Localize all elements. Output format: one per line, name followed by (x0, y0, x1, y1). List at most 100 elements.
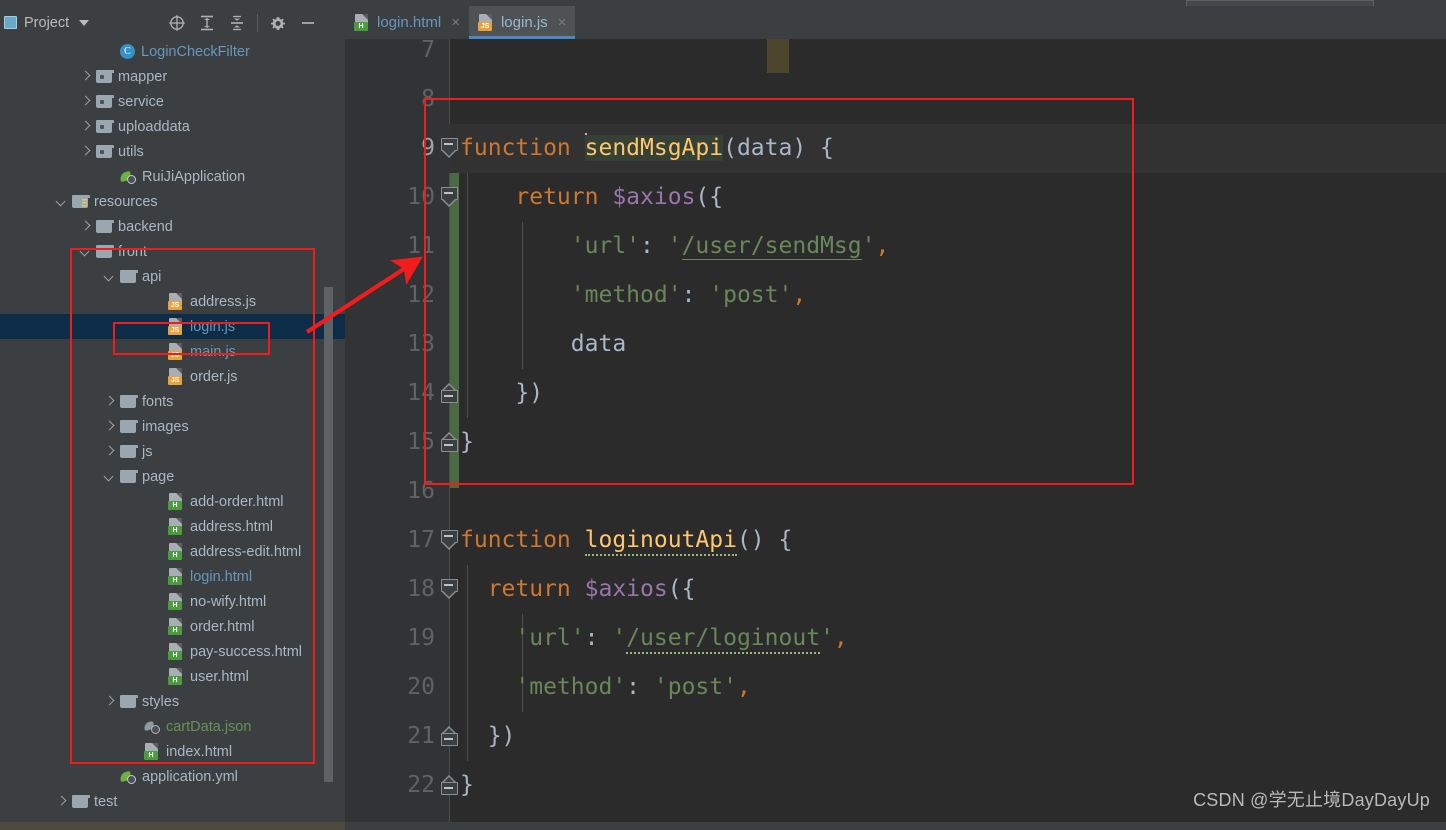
code-line[interactable]: 15} (345, 418, 1446, 467)
chevron-down-icon[interactable] (80, 246, 91, 257)
chevron-right-icon[interactable] (80, 146, 91, 157)
chevron-down-icon[interactable] (104, 271, 115, 282)
code-line[interactable]: 12 'method': 'post', (345, 271, 1446, 320)
tree-item-service[interactable]: service (0, 89, 345, 114)
tree-item-styles[interactable]: styles (0, 689, 345, 714)
code-line[interactable]: 7} (345, 39, 1446, 75)
collapse-all-icon[interactable] (222, 8, 252, 38)
chevron-down-icon[interactable] (104, 471, 115, 482)
line-number: 15 (407, 429, 435, 455)
tree-item-order-js[interactable]: JS order.js (0, 364, 345, 389)
code-line[interactable]: 14 }) (345, 369, 1446, 418)
code-line[interactable]: 21 }) (345, 712, 1446, 761)
line-number: 17 (407, 527, 435, 553)
code-line[interactable]: 10 return $axios({ (345, 173, 1446, 222)
tree-item-api[interactable]: api (0, 264, 345, 289)
fold-end-icon[interactable] (441, 726, 458, 746)
chevron-right-icon[interactable] (80, 96, 91, 107)
project-tool-window-header[interactable]: Project (4, 15, 90, 31)
code-line[interactable]: 9 function sendMsgApi(data) { (345, 124, 1446, 173)
sidebar-scrollbar[interactable] (324, 287, 333, 782)
code-text-partial: } (460, 39, 474, 49)
tree-item-main-js[interactable]: JS main.js (0, 339, 345, 364)
editor-code-area[interactable]: 7}89function sendMsgApi(data) {10 return… (345, 39, 1446, 822)
project-tree[interactable]: C LoginCheckFilter mapper service uploaddata… (0, 39, 345, 822)
tree-item-ruijiapplication[interactable]: RuiJiApplication (0, 164, 345, 189)
code-token: 'url' (460, 233, 641, 259)
tree-item-application-yml[interactable]: application.yml (0, 764, 345, 789)
close-icon[interactable]: × (558, 14, 567, 31)
code-line[interactable]: 16 (345, 467, 1446, 516)
line-number: 22 (407, 772, 435, 798)
code-token: return (460, 576, 585, 602)
code-line[interactable]: 13 data (345, 320, 1446, 369)
code-line[interactable]: 19 'url': '/user/loginout', (345, 614, 1446, 663)
tree-item-utils[interactable]: utils (0, 139, 345, 164)
fold-collapse-icon[interactable] (441, 187, 458, 207)
fold-collapse-icon[interactable] (441, 579, 458, 599)
chevron-right-icon[interactable] (104, 446, 115, 457)
html-file-icon: H (168, 643, 184, 660)
code-line[interactable]: 8 (345, 75, 1446, 124)
package-folder-icon (96, 95, 114, 108)
chevron-right-icon[interactable] (104, 396, 115, 407)
tree-item-js[interactable]: js (0, 439, 345, 464)
chevron-right-icon[interactable] (56, 796, 67, 807)
fold-collapse-icon[interactable] (441, 138, 458, 158)
code-token: $axios (612, 184, 696, 210)
expand-all-icon[interactable] (192, 8, 222, 38)
code-editor[interactable]: 7}89function sendMsgApi(data) {10 return… (345, 39, 1446, 822)
tree-item-pay-success-html[interactable]: Hpay-success.html (0, 639, 345, 664)
tree-item-address-edit-html[interactable]: Haddress-edit.html (0, 539, 345, 564)
hide-icon[interactable] (293, 8, 323, 38)
chevron-right-icon[interactable] (104, 696, 115, 707)
tree-item-test[interactable]: test (0, 789, 345, 814)
tree-item-backend[interactable]: backend (0, 214, 345, 239)
select-opened-file-icon[interactable] (162, 8, 192, 38)
html-file-icon: H (354, 14, 370, 31)
tree-item-login-html[interactable]: Hlogin.html (0, 564, 345, 589)
fold-end-icon[interactable] (441, 432, 458, 452)
tree-item-order-html[interactable]: Horder.html (0, 614, 345, 639)
editor-tab-bar: H login.html × JS login.js × (345, 6, 576, 39)
tree-item-address-html[interactable]: Haddress.html (0, 514, 345, 539)
code-text: } (460, 761, 474, 810)
tree-item-mapper[interactable]: mapper (0, 64, 345, 89)
settings-gear-icon[interactable] (263, 8, 293, 38)
tree-item-page[interactable]: page (0, 464, 345, 489)
code-line[interactable]: 18 return $axios({ (345, 565, 1446, 614)
fold-collapse-icon[interactable] (441, 530, 458, 550)
fold-end-icon[interactable] (441, 383, 458, 403)
chevron-right-icon[interactable] (80, 221, 91, 232)
tree-item-images[interactable]: images (0, 414, 345, 439)
chevron-down-icon[interactable] (79, 19, 90, 26)
chevron-down-icon[interactable] (56, 196, 67, 207)
tree-item-login-js[interactable]: JS login.js (0, 314, 345, 339)
tree-item-cartdata-json[interactable]: cartData.json (0, 714, 345, 739)
chevron-right-icon[interactable] (80, 121, 91, 132)
tree-item-address-js[interactable]: JS address.js (0, 289, 345, 314)
tab-login-js[interactable]: JS login.js × (468, 6, 576, 39)
tree-item-front[interactable]: front (0, 239, 345, 264)
tree-item-resources[interactable]: resources (0, 189, 345, 214)
tree-item-add-order-html[interactable]: Hadd-order.html (0, 489, 345, 514)
code-line[interactable]: 11 'url': '/user/sendMsg', (345, 222, 1446, 271)
tree-item-uploaddata[interactable]: uploaddata (0, 114, 345, 139)
chevron-right-icon[interactable] (104, 421, 115, 432)
code-text: return $axios({ (460, 565, 696, 614)
fold-collapse-icon[interactable] (441, 39, 458, 45)
sidebar-scrollbar-track[interactable] (324, 39, 339, 822)
code-line[interactable]: 20 'method': 'post', (345, 663, 1446, 712)
tree-item-index-html[interactable]: Hindex.html (0, 739, 345, 764)
fold-end-icon[interactable] (441, 775, 458, 795)
chevron-right-icon[interactable] (80, 71, 91, 82)
project-toolbar: Project (0, 6, 1446, 39)
tree-item-user-html[interactable]: Huser.html (0, 664, 345, 689)
code-line[interactable]: 17 function loginoutApi() { (345, 516, 1446, 565)
tree-item-fonts[interactable]: fonts (0, 389, 345, 414)
close-icon[interactable]: × (451, 14, 460, 31)
tree-item-logincheckfilter[interactable]: C LoginCheckFilter (0, 39, 345, 64)
tree-item-no-wify-html[interactable]: Hno-wify.html (0, 589, 345, 614)
tab-login-html[interactable]: H login.html × (345, 6, 469, 39)
